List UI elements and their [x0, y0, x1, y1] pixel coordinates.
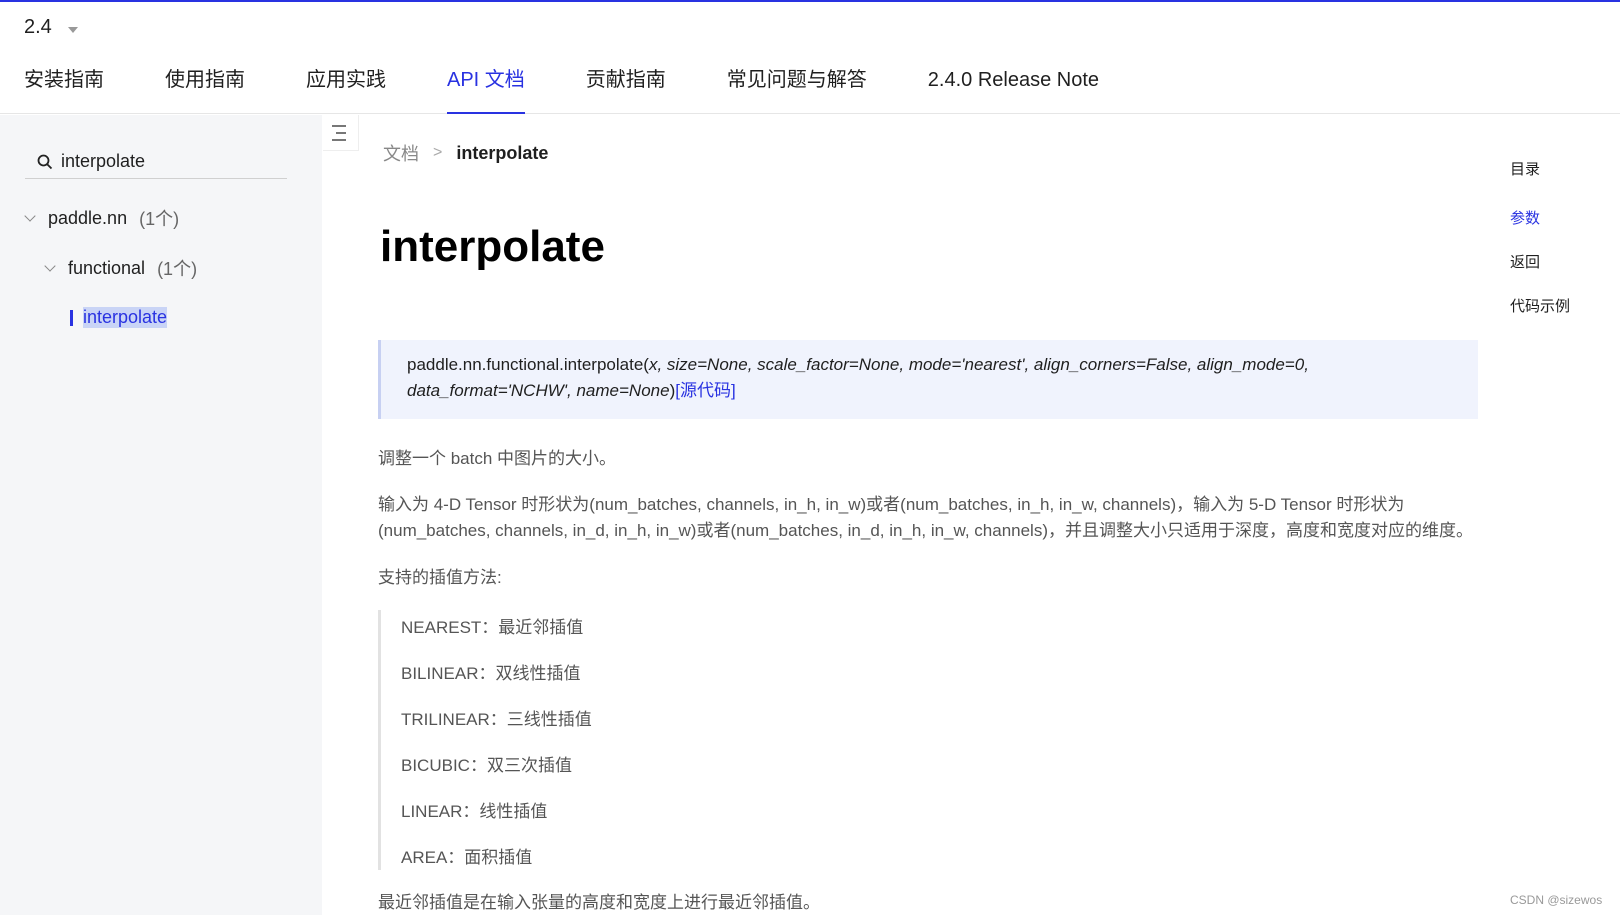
nav-item-contribute[interactable]: 贡献指南 [586, 52, 666, 114]
tree-item-label: interpolate [83, 307, 168, 328]
breadcrumb: 文档 > interpolate [383, 140, 548, 166]
list-item: BICUBIC：双三次插值 [401, 756, 572, 775]
nav-item-guide[interactable]: 使用指南 [165, 52, 245, 114]
top-header: 2.4 安装指南 使用指南 应用实践 API 文档 贡献指南 常见问题与解答 2… [0, 2, 1620, 114]
list-item: BILINEAR：双线性插值 [401, 664, 581, 683]
search-input[interactable] [61, 151, 271, 172]
nav-item-api-docs[interactable]: API 文档 [447, 52, 525, 114]
signature-args-line2: data_format='NCHW', name=None [407, 381, 670, 400]
tree-item-count: (1个) [157, 259, 198, 279]
api-signature: paddle.nn.functional.interpolate(x, size… [378, 340, 1478, 419]
chevron-down-icon [24, 210, 36, 222]
version-label: 2.4 [24, 16, 52, 38]
intro-text: 调整一个 batch 中图片的大小。 [378, 449, 617, 468]
chevron-down-icon [44, 260, 56, 272]
main-nav: 安装指南 使用指南 应用实践 API 文档 贡献指南 常见问题与解答 2.4.0… [24, 52, 1160, 114]
menu-fold-icon-line [332, 138, 346, 141]
list-item: NEAREST：最近邻插值 [401, 618, 584, 637]
toc-item-params[interactable]: 参数 [1510, 207, 1540, 228]
tree-item-label: functional [68, 257, 146, 278]
watermark: CSDN @sizewos [1510, 893, 1603, 907]
menu-fold-icon-line [336, 131, 346, 134]
toc-item-returns[interactable]: 返回 [1510, 251, 1540, 272]
list-item: AREA：面积插值 [401, 848, 533, 867]
search-icon [37, 154, 53, 170]
methods-list: NEAREST：最近邻插值 BILINEAR：双线性插值 TRILINEAR：三… [378, 610, 878, 870]
chevron-down-icon [67, 26, 78, 33]
tree-item-functional[interactable]: functional (1个) [44, 255, 198, 281]
tree-item-count: (1个) [139, 209, 180, 229]
breadcrumb-current: interpolate [456, 142, 549, 163]
page-title: interpolate [380, 222, 605, 271]
menu-fold-icon [332, 124, 346, 127]
sidebar-search [25, 145, 287, 179]
sidebar: paddle.nn (1个) functional (1个) interpola… [0, 115, 322, 915]
list-item: TRILINEAR：三线性插值 [401, 710, 592, 729]
nearest-description: 最近邻插值是在输入张量的高度和宽度上进行最近邻插值。 [378, 893, 820, 912]
toc-heading: 目录 [1510, 161, 1541, 178]
tree-item-paddle-nn[interactable]: paddle.nn (1个) [24, 205, 180, 231]
nav-item-install[interactable]: 安装指南 [24, 52, 104, 114]
source-code-link[interactable]: [源代码] [675, 381, 735, 400]
active-indicator [70, 309, 73, 326]
breadcrumb-separator: > [433, 144, 443, 161]
breadcrumb-root-link[interactable]: 文档 [383, 140, 419, 166]
signature-args-line1: x, size=None, scale_factor=None, mode='n… [648, 355, 1309, 374]
toc-item-code-example[interactable]: 代码示例 [1510, 295, 1570, 316]
version-selector[interactable]: 2.4 [24, 16, 78, 39]
tree-item-interpolate[interactable]: interpolate [70, 307, 168, 328]
signature-function-name: paddle.nn.functional.interpolate( [407, 355, 649, 374]
input-description: 输入为 4-D Tensor 时形状为(num_batches, channel… [378, 495, 1473, 540]
tree-item-label: paddle.nn [48, 207, 128, 228]
methods-heading: 支持的插值方法: [378, 568, 502, 587]
nav-item-practice[interactable]: 应用实践 [306, 52, 386, 114]
sidebar-collapse-button[interactable] [323, 115, 359, 151]
list-item: LINEAR：线性插值 [401, 802, 548, 821]
nav-item-faq[interactable]: 常见问题与解答 [727, 52, 867, 114]
nav-item-release-note[interactable]: 2.4.0 Release Note [928, 52, 1099, 114]
